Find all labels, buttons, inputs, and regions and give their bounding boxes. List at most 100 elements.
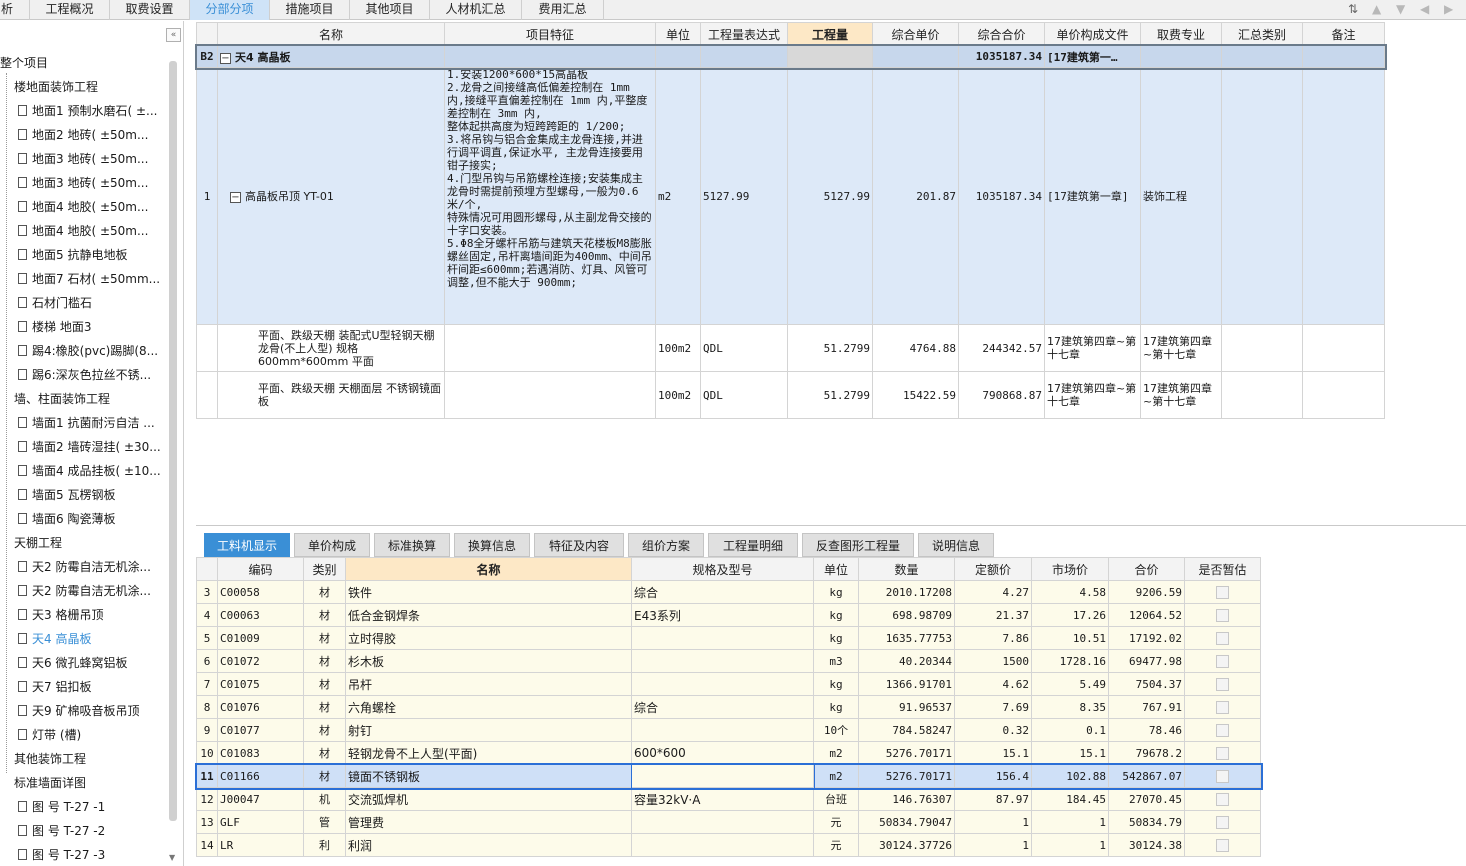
table-cell[interactable]: 100m2 xyxy=(655,324,701,372)
table-cell[interactable] xyxy=(631,649,814,673)
table-cell[interactable] xyxy=(1221,45,1303,68)
table-cell[interactable]: kg xyxy=(813,626,859,650)
checkbox[interactable] xyxy=(1216,700,1229,714)
table-cell[interactable]: 4 xyxy=(196,603,218,627)
table-cell[interactable]: 1728.16 xyxy=(1031,649,1109,673)
tree-item[interactable]: 图 号 T-27 -3 xyxy=(18,843,105,866)
table-cell[interactable]: 利润 xyxy=(345,833,632,857)
table-cell[interactable]: 机 xyxy=(303,787,346,811)
table-cell[interactable]: C01075 xyxy=(217,672,304,696)
table-cell[interactable] xyxy=(631,810,814,834)
table-cell[interactable]: 铁件 xyxy=(345,580,632,604)
column-header[interactable]: 编码 xyxy=(217,557,304,581)
table-cell[interactable]: 5127.99 xyxy=(787,67,873,325)
table-cell[interactable]: QDL xyxy=(700,371,788,419)
table-cell[interactable]: 10.51 xyxy=(1031,626,1109,650)
table-cell[interactable] xyxy=(1221,324,1303,372)
table-cell[interactable]: 平面、跌级天棚 装配式U型轻钢天棚龙骨(不上人型) 规格600mm*600mm … xyxy=(217,324,445,372)
tree-item[interactable]: 整个项目 xyxy=(0,51,48,75)
table-cell[interactable]: 元 xyxy=(813,833,859,857)
table-cell[interactable]: LR xyxy=(217,833,304,857)
table-cell[interactable]: 4.58 xyxy=(1031,580,1109,604)
table-cell[interactable]: − 高晶板吊顶 YT-01 xyxy=(217,67,445,325)
table-cell[interactable]: 1366.91701 xyxy=(858,672,955,696)
table-cell[interactable]: 杉木板 xyxy=(345,649,632,673)
table-cell[interactable]: 0.32 xyxy=(954,718,1032,742)
provisional-checkbox-cell[interactable] xyxy=(1184,626,1261,650)
column-header[interactable] xyxy=(196,557,218,581)
provisional-checkbox-cell[interactable] xyxy=(1184,787,1261,811)
table-cell[interactable]: 15.1 xyxy=(954,741,1032,765)
tree-item[interactable]: 天2 防霉自洁无机涂... xyxy=(18,555,151,579)
table-cell[interactable]: 7504.37 xyxy=(1108,672,1185,696)
table-cell[interactable]: 17建筑第四章~第十七章 xyxy=(1140,324,1222,372)
table-cell[interactable]: 50834.79047 xyxy=(858,810,955,834)
table-cell[interactable]: 69477.98 xyxy=(1108,649,1185,673)
table-cell[interactable]: 1 xyxy=(954,810,1032,834)
column-header[interactable]: 备注 xyxy=(1302,22,1385,46)
table-cell[interactable]: m2 xyxy=(813,764,859,788)
bottom-tab[interactable]: 工料机显示 xyxy=(204,533,290,557)
table-row[interactable]: 3 C00058 材铁件 综合 kg 2010.17208 4.27 4.58 9206.59 xyxy=(196,580,1261,604)
table-row[interactable]: 8 C01076 材六角螺栓 综合 kg 91.96537 7.69 8.35 767.91 xyxy=(196,695,1261,719)
table-cell[interactable]: 8 xyxy=(196,695,218,719)
bottom-tab[interactable]: 工程量明细 xyxy=(708,533,798,557)
table-cell[interactable]: 管 xyxy=(303,810,346,834)
tree-item[interactable]: 天3 格栅吊顶 xyxy=(18,603,103,627)
table-cell[interactable]: 201.87 xyxy=(872,67,959,325)
table-cell[interactable]: 交流弧焊机 xyxy=(345,787,632,811)
table-cell[interactable]: 2010.17208 xyxy=(858,580,955,604)
table-cell[interactable]: 14 xyxy=(196,833,218,857)
collapse-minus-icon[interactable]: − xyxy=(220,52,231,64)
table-row[interactable]: 5 C01009 材立时得胶 kg 1635.77753 7.86 10.51 17192.0… xyxy=(196,626,1261,650)
table-cell[interactable]: 1035187.34 xyxy=(958,45,1045,68)
table-cell[interactable] xyxy=(631,626,814,650)
table-cell[interactable]: C01009 xyxy=(217,626,304,650)
checkbox[interactable] xyxy=(1216,792,1229,806)
table-cell[interactable]: − 天4 高晶板 xyxy=(217,45,445,68)
table-cell[interactable]: 轻钢龙骨不上人型(平面) xyxy=(345,741,632,765)
column-header[interactable]: 规格及型号 xyxy=(631,557,814,581)
column-header[interactable]: 汇总类别 xyxy=(1221,22,1303,46)
table-cell[interactable]: 1500 xyxy=(954,649,1032,673)
table-row[interactable]: 12 J00047 机交流弧焊机 容量32kV·A 台班 146.76307 87.97 18… xyxy=(196,787,1261,811)
table-cell[interactable]: 1035187.34 xyxy=(958,67,1045,325)
table-cell[interactable]: 17.26 xyxy=(1031,603,1109,627)
table-cell[interactable]: 11 xyxy=(196,764,218,788)
table-row[interactable]: 7 C01075 材吊杆 kg 1366.91701 4.62 5.49 7504.37 xyxy=(196,672,1261,696)
table-row[interactable]: 6 C01072 材杉木板 m3 40.20344 1500 1728.16 69477.98 xyxy=(196,649,1261,673)
table-cell[interactable]: 1 xyxy=(1031,833,1109,857)
table-cell[interactable]: 装饰工程 xyxy=(1140,67,1222,325)
table-cell[interactable] xyxy=(630,763,815,789)
table-cell[interactable]: 综合 xyxy=(631,580,814,604)
table-cell[interactable]: [17建筑第一… xyxy=(1044,45,1141,68)
table-cell[interactable]: 平面、跌级天棚 天棚面层 不锈钢镜面板 xyxy=(217,371,445,419)
provisional-checkbox-cell[interactable] xyxy=(1184,580,1261,604)
table-cell[interactable]: 吊杆 xyxy=(345,672,632,696)
table-cell[interactable]: 5.49 xyxy=(1031,672,1109,696)
provisional-checkbox-cell[interactable] xyxy=(1184,741,1261,765)
quota-row[interactable]: 平面、跌级天棚 装配式U型轻钢天棚龙骨(不上人型) 规格600mm*600mm … xyxy=(196,324,1385,372)
table-cell[interactable]: 0.1 xyxy=(1031,718,1109,742)
column-header[interactable]: 工程量表达式 xyxy=(700,22,788,46)
table-cell[interactable]: 7.86 xyxy=(954,626,1032,650)
bottom-tab[interactable]: 标准换算 xyxy=(374,533,450,557)
bottom-tab[interactable]: 特征及内容 xyxy=(534,533,624,557)
table-cell[interactable]: 12 xyxy=(196,787,218,811)
tab-resource-summary[interactable]: 人材机汇总 xyxy=(430,0,522,20)
table-cell[interactable]: 材 xyxy=(303,603,346,627)
column-header[interactable]: 合价 xyxy=(1108,557,1185,581)
table-cell[interactable]: kg xyxy=(813,580,859,604)
table-cell[interactable]: C01072 xyxy=(217,649,304,673)
column-header[interactable]: 名称 xyxy=(217,22,445,46)
table-cell[interactable] xyxy=(1302,67,1385,325)
table-cell[interactable]: 91.96537 xyxy=(858,695,955,719)
arrow-up-icon[interactable]: ▲ xyxy=(1372,2,1381,16)
table-cell[interactable] xyxy=(1302,45,1385,68)
tab-measures[interactable]: 措施项目 xyxy=(270,0,350,20)
checkbox[interactable] xyxy=(1216,631,1229,645)
tree-item[interactable]: 地面2 地砖( ±50m... xyxy=(18,123,148,147)
table-cell[interactable]: QDL xyxy=(700,324,788,372)
collapse-minus-icon[interactable]: − xyxy=(230,192,241,203)
tree-item[interactable]: 其他装饰工程 xyxy=(14,747,86,771)
